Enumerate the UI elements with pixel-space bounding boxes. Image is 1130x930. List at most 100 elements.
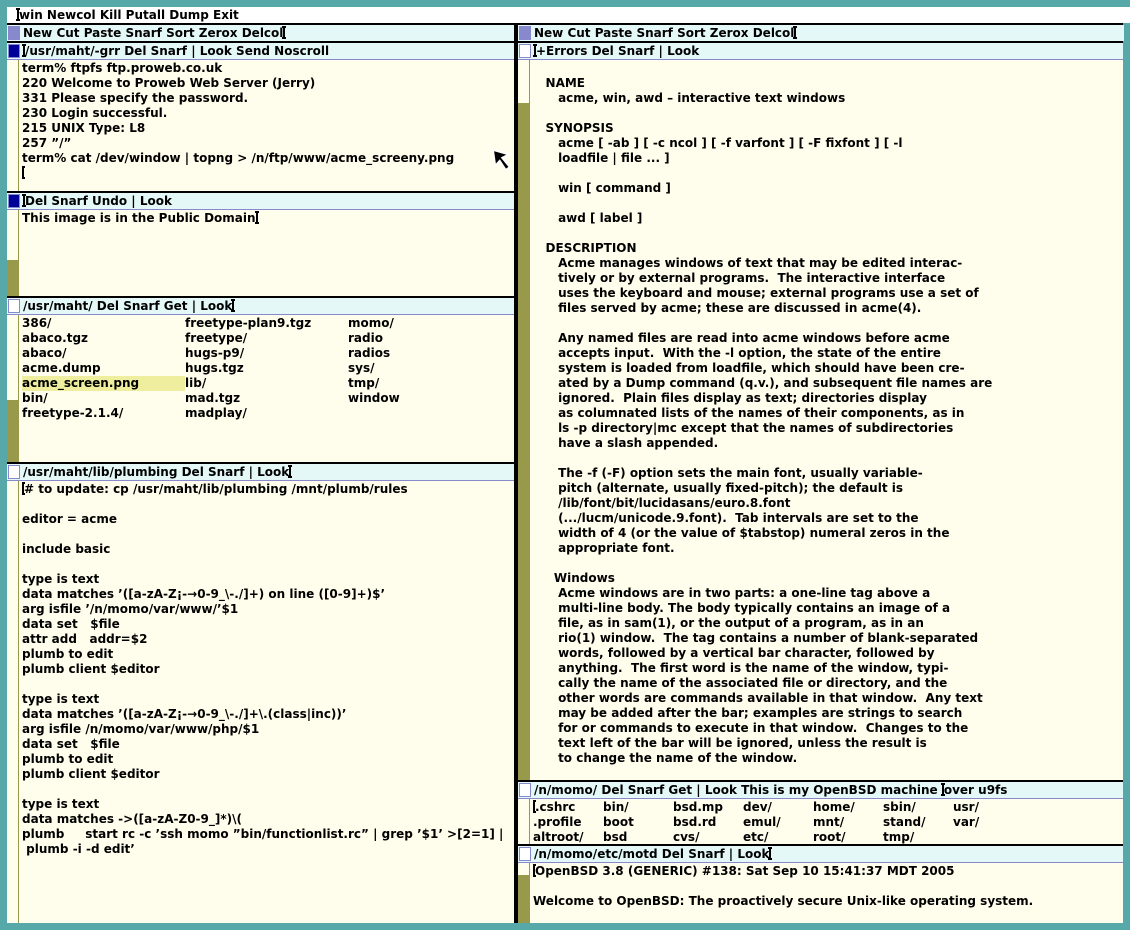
- directory-entry[interactable]: sbin/: [883, 800, 953, 815]
- text-line[interactable]: 230 Login successful.: [22, 106, 514, 121]
- clean-state-box-icon[interactable]: [519, 44, 531, 58]
- directory-entry[interactable]: tmp/: [883, 830, 953, 844]
- text-line[interactable]: 215 UNIX Type: L8: [22, 121, 514, 136]
- text-line[interactable]: Welcome to OpenBSD: The proactively secu…: [533, 894, 1123, 909]
- directory-entry[interactable]: stand/: [883, 815, 953, 830]
- column-tag-right[interactable]: New Cut Paste Snarf Sort Zerox Delcol: [518, 25, 1124, 41]
- text-line[interactable]: as columnated lists of the names of thei…: [533, 406, 1123, 421]
- win-usr-maht-dir-tag[interactable]: /usr/maht/ Del Snarf Get | Look: [7, 298, 514, 314]
- text-line[interactable]: may be added after the bar; examples are…: [533, 706, 1123, 721]
- text-line[interactable]: The -f (-F) option sets the main font, u…: [533, 466, 1123, 481]
- column-layout-box-icon[interactable]: [8, 26, 20, 40]
- directory-row[interactable]: 386/freetype-plan9.tgzmomo/: [22, 316, 514, 331]
- directory-row[interactable]: abaco/hugs-p9/radios: [22, 346, 514, 361]
- directory-row[interactable]: acme.dumphugs.tgzsys/: [22, 361, 514, 376]
- text-line[interactable]: type is text: [22, 797, 514, 812]
- text-line[interactable]: awd [ label ]: [533, 211, 1123, 226]
- text-line[interactable]: uses the keyboard and mouse; external pr…: [533, 286, 1123, 301]
- directory-entry[interactable]: bsd.mp: [673, 800, 743, 815]
- text-line[interactable]: Windows: [533, 571, 1123, 586]
- win-usr-maht-grr-text[interactable]: term% ftpfs ftp.proweb.co.uk220 Welcome …: [7, 60, 514, 191]
- win-errors-tag[interactable]: +Errors Del Snarf | Look: [518, 43, 1123, 59]
- directory-entry[interactable]: tmp/: [348, 376, 511, 391]
- win-motd-tag[interactable]: /n/momo/etc/motd Del Snarf | Look: [518, 846, 1123, 862]
- directory-entry[interactable]: etc/: [743, 830, 813, 844]
- win-motd-body[interactable]: OpenBSD 3.8 (GENERIC) #138: Sat Sep 10 1…: [518, 863, 1123, 923]
- clean-state-box-icon[interactable]: [519, 847, 531, 861]
- directory-entry[interactable]: acme_screen.png: [22, 376, 185, 391]
- text-line[interactable]: pitch (alternate, usually fixed-pitch); …: [533, 481, 1123, 496]
- win-usr-maht-grr-tag[interactable]: /usr/maht/-grr Del Snarf | Look Send Nos…: [7, 43, 514, 59]
- directory-entry[interactable]: usr/: [953, 800, 1023, 815]
- text-line[interactable]: type is text: [22, 572, 514, 587]
- column-tag-left[interactable]: New Cut Paste Snarf Sort Zerox Delcol: [7, 25, 515, 41]
- directory-entry[interactable]: window: [348, 391, 511, 406]
- text-line[interactable]: text left of the bar will be ignored, un…: [533, 736, 1123, 751]
- modified-state-box-icon[interactable]: [8, 44, 20, 58]
- directory-entry[interactable]: home/: [813, 800, 883, 815]
- text-line[interactable]: type is text: [22, 692, 514, 707]
- text-line[interactable]: ignored. Plain files display as text; di…: [533, 391, 1123, 406]
- text-line[interactable]: rio(1) window. The tag contains a number…: [533, 631, 1123, 646]
- win-usr-maht-dir-body[interactable]: 386/freetype-plan9.tgzmomo/abaco.tgzfree…: [7, 315, 514, 462]
- directory-entry[interactable]: bsd.rd: [673, 815, 743, 830]
- text-line[interactable]: # to update: cp /usr/maht/lib/plumbing /…: [22, 482, 514, 497]
- win-motd-text[interactable]: OpenBSD 3.8 (GENERIC) #138: Sat Sep 10 1…: [518, 863, 1123, 923]
- text-line[interactable]: This image is in the Public Domain: [22, 211, 514, 226]
- text-line[interactable]: to change the name of the window.: [533, 751, 1123, 766]
- directory-row[interactable]: acme_screen.pnglib/tmp/: [22, 376, 514, 391]
- text-line[interactable]: other words are commands available in th…: [533, 691, 1123, 706]
- directory-entry[interactable]: altroot/: [533, 830, 603, 844]
- text-line[interactable]: plumb client $editor: [22, 662, 514, 677]
- directory-entry[interactable]: radio: [348, 331, 511, 346]
- text-line[interactable]: plumb to edit: [22, 752, 514, 767]
- text-line[interactable]: accepts input. With the -l option, the s…: [533, 346, 1123, 361]
- text-line[interactable]: appropriate font.: [533, 541, 1123, 556]
- directory-entry[interactable]: .cshrc: [533, 800, 603, 815]
- text-line[interactable]: [533, 556, 1123, 571]
- modified-state-box-icon[interactable]: [8, 194, 20, 208]
- clean-state-box-icon[interactable]: [519, 783, 531, 797]
- text-line[interactable]: [22, 527, 514, 542]
- text-line[interactable]: 220 Welcome to Proweb Web Server (Jerry): [22, 76, 514, 91]
- directory-entry[interactable]: root/: [813, 830, 883, 844]
- text-line[interactable]: have a slash appended.: [533, 436, 1123, 451]
- directory-entry[interactable]: boot: [603, 815, 673, 830]
- column-layout-box-icon[interactable]: [519, 26, 531, 40]
- directory-entry[interactable]: momo/: [348, 316, 511, 331]
- text-line[interactable]: loadfile | file ... ]: [533, 151, 1123, 166]
- text-line[interactable]: [533, 879, 1123, 894]
- directory-entry[interactable]: abaco.tgz: [22, 331, 185, 346]
- win-momo-dir-body[interactable]: .cshrcbin/bsd.mpdev/home/sbin/usr/.profi…: [518, 799, 1123, 844]
- win-motd-tag-text[interactable]: /n/momo/etc/motd Del Snarf | Look: [534, 847, 771, 861]
- text-line[interactable]: width of 4 (or the value of $tabstop) nu…: [533, 526, 1123, 541]
- win-public-domain-tag[interactable]: Del Snarf Undo | Look: [7, 193, 514, 209]
- text-line[interactable]: plumb -i -d edit’: [22, 842, 514, 857]
- text-line[interactable]: term% cat /dev/window | topng > /n/ftp/w…: [22, 151, 514, 166]
- text-line[interactable]: data set $file: [22, 617, 514, 632]
- win-momo-dir-text[interactable]: .cshrcbin/bsd.mpdev/home/sbin/usr/.profi…: [518, 799, 1123, 844]
- text-line[interactable]: plumb client $editor: [22, 767, 514, 782]
- win-public-domain-body[interactable]: This image is in the Public Domain: [7, 210, 514, 296]
- directory-row[interactable]: abaco.tgzfreetype/radio: [22, 331, 514, 346]
- text-line[interactable]: editor = acme: [22, 512, 514, 527]
- main-tag[interactable]: win Newcol Kill Putall Dump Exit: [7, 7, 1130, 23]
- directory-entry[interactable]: abaco/: [22, 346, 185, 361]
- directory-entry[interactable]: madplay/: [185, 406, 348, 421]
- text-line[interactable]: files served by acme; these are discusse…: [533, 301, 1123, 316]
- text-line[interactable]: multi-line body. The body typically cont…: [533, 601, 1123, 616]
- text-line[interactable]: anything. The first word is the name of …: [533, 661, 1123, 676]
- directory-entry[interactable]: cvs/: [673, 830, 743, 844]
- text-line[interactable]: NAME: [533, 76, 1123, 91]
- directory-entry[interactable]: bsd: [603, 830, 673, 844]
- win-plumbing-body[interactable]: # to update: cp /usr/maht/lib/plumbing /…: [7, 481, 514, 923]
- text-line[interactable]: term% ftpfs ftp.proweb.co.uk: [22, 61, 514, 76]
- directory-entry[interactable]: freetype/: [185, 331, 348, 346]
- win-public-domain-tag-text[interactable]: Del Snarf Undo | Look: [23, 194, 172, 208]
- clean-state-box-icon[interactable]: [8, 465, 20, 479]
- win-public-domain-text[interactable]: This image is in the Public Domain: [7, 210, 514, 296]
- directory-row[interactable]: .cshrcbin/bsd.mpdev/home/sbin/usr/: [533, 800, 1123, 815]
- win-errors-body[interactable]: NAME acme, win, awd – interactive text w…: [518, 60, 1123, 780]
- win-usr-maht-grr-tag-text[interactable]: /usr/maht/-grr Del Snarf | Look Send Nos…: [23, 44, 329, 58]
- column-tag-left-text[interactable]: New Cut Paste Snarf Sort Zerox Delcol: [23, 26, 285, 40]
